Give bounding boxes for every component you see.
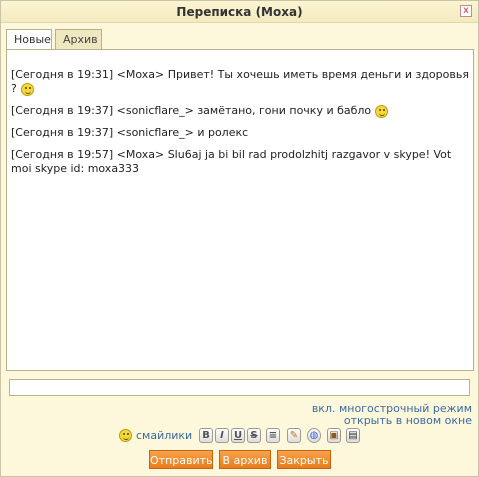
action-buttons: Отправить В архив Закрыть <box>1 450 478 470</box>
underline-icon[interactable]: U <box>231 428 245 443</box>
smiley-icon <box>375 104 389 118</box>
strikethrough-icon[interactable]: S <box>247 428 261 443</box>
message-input[interactable] <box>9 379 470 396</box>
open-new-window-link[interactable]: открыть в новом окне <box>344 414 472 427</box>
tab-new[interactable]: Новые <box>6 29 52 50</box>
message: [Сегодня в 19:31] <Moxa> Привет! Ты хоче… <box>11 68 469 96</box>
image-icon[interactable]: ▣ <box>327 428 341 443</box>
align-center-icon[interactable]: ≡ <box>266 428 280 443</box>
smileys-link[interactable]: смайлики <box>136 429 192 442</box>
message: [Сегодня в 19:57] <Moxa> Slu6aj ja bi bi… <box>11 148 469 176</box>
smiley-icon <box>119 428 132 442</box>
window-title: Переписка (Moxa) <box>176 5 303 19</box>
edit-icon[interactable]: ✎ <box>287 428 301 443</box>
title-bar: Переписка (Moxa) x <box>1 1 478 23</box>
italic-icon[interactable]: I <box>215 428 229 443</box>
message-text: [Сегодня в 19:57] <Moxa> Slu6aj ja bi bi… <box>11 148 452 175</box>
close-icon[interactable]: x <box>460 5 472 17</box>
message-log[interactable]: [Сегодня в 19:31] <Moxa> Привет! Ты хоче… <box>6 49 474 371</box>
message-text: [Сегодня в 19:37] <sonicflare_> и ролекс <box>11 126 249 139</box>
message: [Сегодня в 19:37] <sonicflare_> замётано… <box>11 104 469 118</box>
globe-icon[interactable]: ◍ <box>307 428 321 443</box>
close-button[interactable]: Закрыть <box>277 450 331 469</box>
archive-button[interactable]: В архив <box>219 450 271 469</box>
message-text: [Сегодня в 19:31] <Moxa> Привет! Ты хоче… <box>11 68 469 95</box>
chat-window: Переписка (Moxa) x Новые Архив [Сегодня … <box>0 0 479 477</box>
send-button[interactable]: Отправить <box>149 450 213 469</box>
smileys-button[interactable] <box>119 428 132 442</box>
video-icon[interactable]: ▤ <box>346 428 360 443</box>
bold-icon[interactable]: B <box>199 428 213 443</box>
tab-archive[interactable]: Архив <box>55 29 102 49</box>
message: [Сегодня в 19:37] <sonicflare_> и ролекс <box>11 126 469 140</box>
message-text: [Сегодня в 19:37] <sonicflare_> замётано… <box>11 104 372 117</box>
smiley-icon <box>20 82 34 96</box>
